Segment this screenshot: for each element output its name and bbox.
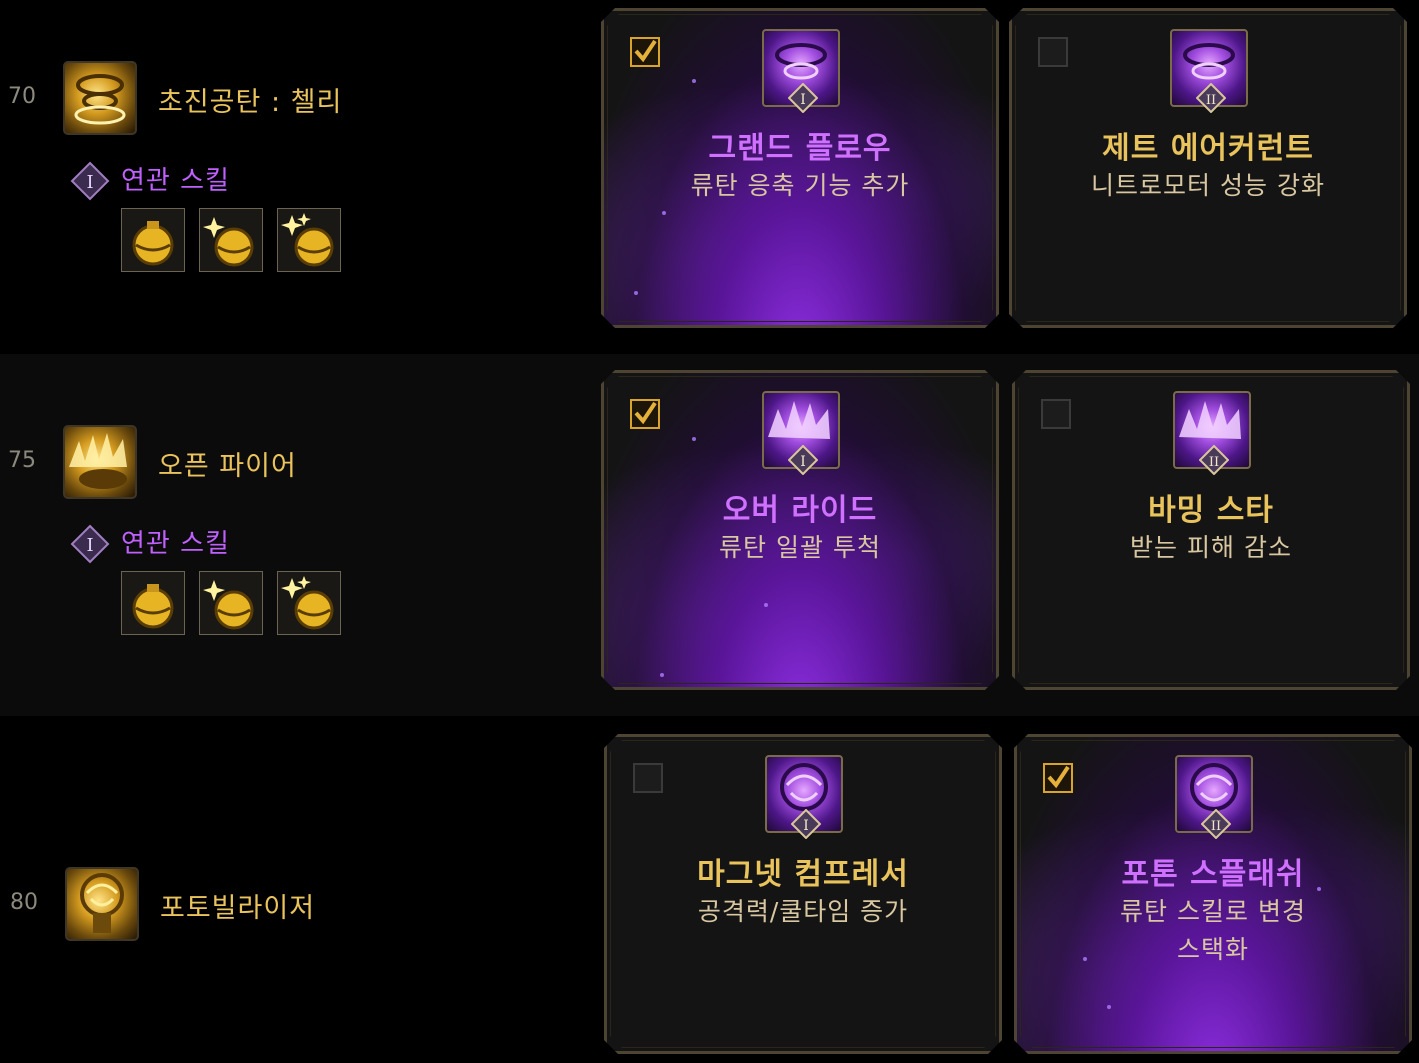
tripod-description: 류탄 스킬로 변경 스택화 (1120, 897, 1306, 964)
checkbox[interactable] (630, 37, 660, 67)
tripod-description: 니트로모터 성능 강화 (1091, 171, 1325, 200)
grenade-icon[interactable] (277, 208, 341, 272)
skill-icon[interactable] (65, 867, 139, 941)
tripod-name: 마그넷 컴프레서 (697, 857, 909, 892)
tripod-row-80: 80 포토빌라이저 I 마그넷 컴프레서 공격력/쿨타임 증가 II 포톤 스플… (0, 716, 1419, 1063)
tripod-name: 바밍 스타 (1148, 493, 1274, 528)
checkbox[interactable] (630, 399, 660, 429)
svg-text:I: I (800, 454, 806, 470)
tripod-name: 포톤 스플래쉬 (1121, 857, 1305, 892)
svg-text:I: I (803, 818, 809, 834)
tripod-card-1[interactable]: I 오버 라이드 류탄 일괄 투척 (601, 370, 999, 690)
tripod-icon: II (1175, 755, 1253, 833)
roman-one-icon: I (70, 161, 110, 201)
skill-name: 오픈 파이어 (158, 451, 297, 482)
related-skills-label: 연관 스킬 (121, 529, 230, 559)
tripod-card-2[interactable]: II 포톤 스플래쉬 류탄 스킬로 변경 스택화 (1014, 734, 1412, 1054)
svg-text:I: I (800, 92, 806, 108)
skill-icon[interactable] (63, 425, 137, 499)
skill-level: 75 (8, 448, 36, 473)
checkbox[interactable] (633, 763, 663, 793)
tripod-icon: II (1170, 29, 1248, 107)
tripod-description: 류탄 응축 기능 추가 (690, 171, 910, 200)
tripod-card-1[interactable]: I 마그넷 컴프레서 공격력/쿨타임 증가 (604, 734, 1002, 1054)
grenade-icon[interactable] (199, 208, 263, 272)
tripod-icon: II (1173, 391, 1251, 469)
svg-text:I: I (86, 172, 93, 193)
tripod-icon: I (762, 391, 840, 469)
tripod-icon: I (762, 29, 840, 107)
skill-level: 80 (10, 890, 38, 915)
tripod-name: 제트 에어커런트 (1102, 131, 1314, 166)
grenade-icon[interactable] (121, 571, 185, 635)
tripod-card-2[interactable]: II 바밍 스타 받는 피해 감소 (1012, 370, 1410, 690)
svg-text:II: II (1206, 93, 1216, 108)
grenade-icon[interactable] (121, 208, 185, 272)
checkbox[interactable] (1038, 37, 1068, 67)
skill-name: 초진공탄 : 첼리 (158, 87, 343, 118)
grenade-icon[interactable] (199, 571, 263, 635)
svg-text:I: I (86, 535, 93, 556)
tripod-name: 그랜드 플로우 (708, 131, 892, 166)
skill-name: 포토빌라이저 (160, 893, 316, 924)
skill-icon[interactable] (63, 61, 137, 135)
tripod-description: 공격력/쿨타임 증가 (697, 897, 909, 926)
tripod-description: 류탄 일괄 투척 (719, 533, 881, 562)
grenade-icon[interactable] (277, 571, 341, 635)
tripod-row-75: 75 오픈 파이어 I 연관 스킬 I 오버 라이드 류탄 일괄 투척 II 바… (0, 354, 1419, 716)
checkbox[interactable] (1043, 763, 1073, 793)
skill-level: 70 (8, 84, 36, 109)
tripod-description: 받는 피해 감소 (1130, 533, 1292, 562)
svg-text:II: II (1211, 819, 1221, 834)
svg-text:II: II (1209, 455, 1219, 470)
tripod-icon: I (765, 755, 843, 833)
tripod-card-2[interactable]: II 제트 에어커런트 니트로모터 성능 강화 (1009, 8, 1407, 328)
checkbox[interactable] (1041, 399, 1071, 429)
tripod-row-70: 70 초진공탄 : 첼리 I 연관 스킬 I 그랜드 플로우 류탄 응축 기능 … (0, 0, 1419, 354)
tripod-name: 오버 라이드 (722, 493, 878, 528)
tripod-card-1[interactable]: I 그랜드 플로우 류탄 응축 기능 추가 (601, 8, 999, 328)
related-skills-label: 연관 스킬 (121, 166, 230, 196)
roman-one-icon: I (70, 524, 110, 564)
